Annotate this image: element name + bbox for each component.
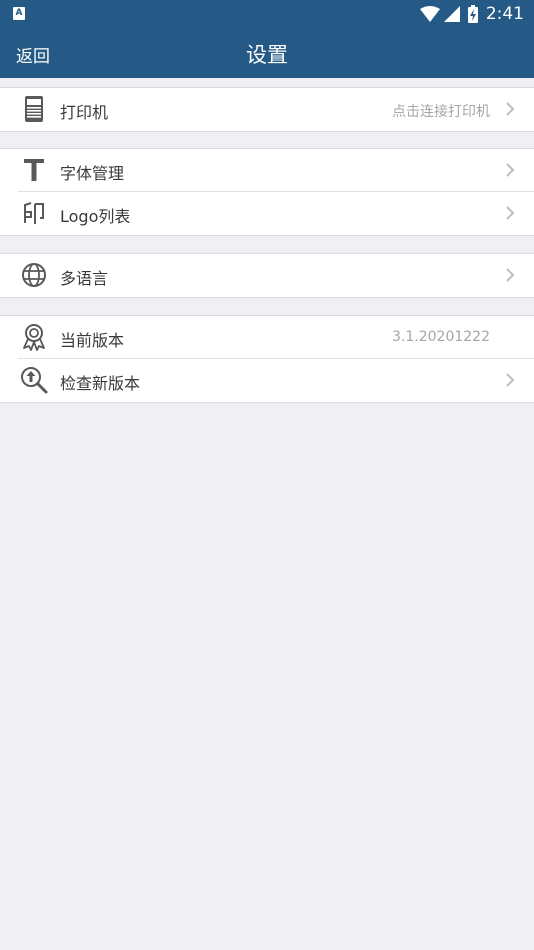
version-number: 3.1.20201222 <box>392 329 490 345</box>
printer-connect-hint: 点击连接打印机 <box>392 104 490 120</box>
settings-row-label: 字体管理 <box>60 164 125 183</box>
font-icon <box>20 156 48 184</box>
settings-row-current-version: 当前版本 3.1.20201222 <box>0 316 534 359</box>
printer-icon <box>20 95 48 123</box>
settings-row-logo-list[interactable]: Logo列表 <box>0 192 534 235</box>
settings-row-multi-language[interactable]: 多语言 <box>0 254 534 297</box>
settings-row-font-management[interactable]: 字体管理 <box>0 149 534 192</box>
settings-group-printer: 打印机 点击连接打印机 <box>0 87 534 132</box>
chevron-right-icon <box>506 163 515 177</box>
status-bar: A 2:41 <box>0 0 534 28</box>
settings-row-label: Logo列表 <box>60 207 131 226</box>
settings-group-version: 当前版本 3.1.20201222 检查新版本 <box>0 315 534 403</box>
chevron-right-icon <box>506 268 515 282</box>
settings-row-label: 检查新版本 <box>60 374 141 393</box>
stamp-icon <box>20 199 48 227</box>
battery-charging-icon <box>467 5 478 23</box>
chevron-right-icon <box>506 102 515 116</box>
badge-icon <box>20 323 48 351</box>
settings-group-language: 多语言 <box>0 253 534 298</box>
settings-row-check-update[interactable]: 检查新版本 <box>0 359 534 402</box>
search-upgrade-icon <box>20 366 48 394</box>
app-bar: 返回 设置 <box>0 28 534 78</box>
cell-signal-icon <box>443 6 460 22</box>
chevron-right-icon <box>506 206 515 220</box>
settings-row-printer[interactable]: 打印机 点击连接打印机 <box>0 88 534 131</box>
page-title: 设置 <box>246 43 288 67</box>
status-time: 2:41 <box>485 4 524 24</box>
settings-group-assets: 字体管理 Logo列表 <box>0 148 534 236</box>
wifi-icon <box>419 6 440 22</box>
settings-row-label: 多语言 <box>60 269 109 288</box>
globe-icon <box>20 261 48 289</box>
settings-row-label: 当前版本 <box>60 331 125 350</box>
chevron-right-icon <box>506 373 515 387</box>
notification-app-icon: A <box>13 7 25 20</box>
settings-row-label: 打印机 <box>60 103 109 122</box>
status-bar-right: 2:41 <box>419 0 524 28</box>
